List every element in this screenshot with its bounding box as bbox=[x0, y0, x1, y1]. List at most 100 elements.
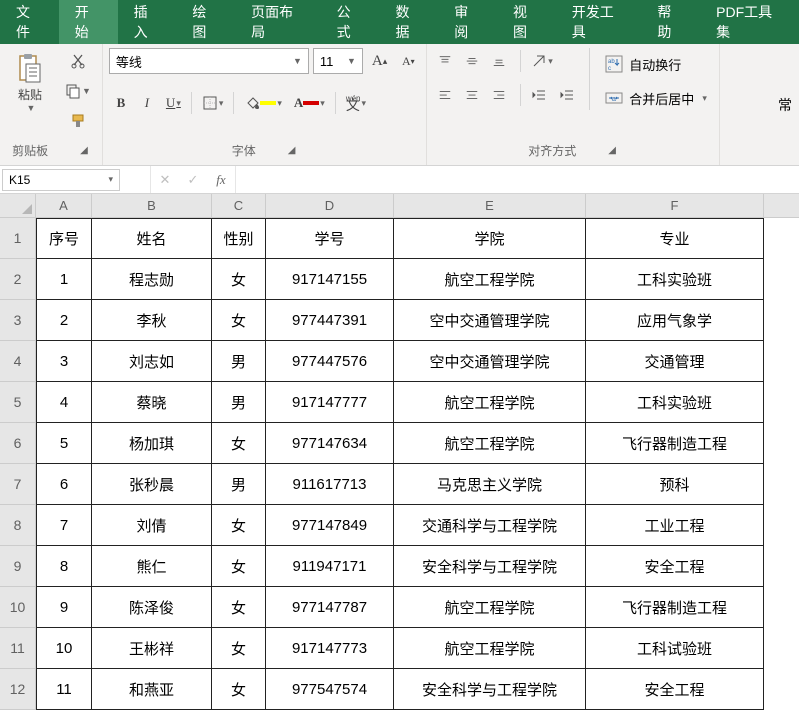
cell[interactable]: 预科 bbox=[586, 464, 764, 505]
ribbon-tab[interactable]: 开始 bbox=[59, 0, 118, 44]
orientation-button[interactable]: ▾ bbox=[526, 48, 558, 74]
cell[interactable]: 女 bbox=[212, 628, 266, 669]
cell[interactable]: 飞行器制造工程 bbox=[586, 587, 764, 628]
cell[interactable]: 安全工程 bbox=[586, 669, 764, 710]
formula-input[interactable] bbox=[236, 166, 799, 193]
cell[interactable]: 学院 bbox=[394, 218, 586, 259]
formula-enter-button[interactable]: ✓ bbox=[179, 166, 207, 193]
column-header[interactable]: E bbox=[394, 194, 586, 217]
cell[interactable]: 交通科学与工程学院 bbox=[394, 505, 586, 546]
cell[interactable]: 航空工程学院 bbox=[394, 382, 586, 423]
row-header[interactable]: 3 bbox=[0, 300, 36, 341]
cell[interactable]: 安全科学与工程学院 bbox=[394, 669, 586, 710]
cell[interactable]: 学号 bbox=[266, 218, 394, 259]
font-size-select[interactable]: 11▼ bbox=[313, 48, 363, 74]
row-header[interactable]: 5 bbox=[0, 382, 36, 423]
cell[interactable]: 女 bbox=[212, 546, 266, 587]
align-center-button[interactable] bbox=[460, 82, 484, 108]
cell[interactable]: 女 bbox=[212, 505, 266, 546]
cell[interactable]: 女 bbox=[212, 587, 266, 628]
ribbon-tab[interactable]: 帮助 bbox=[641, 0, 700, 44]
cell[interactable]: 5 bbox=[36, 423, 92, 464]
cell[interactable]: 刘倩 bbox=[92, 505, 212, 546]
cell[interactable]: 917147777 bbox=[266, 382, 394, 423]
cell[interactable]: 女 bbox=[212, 423, 266, 464]
column-header[interactable]: C bbox=[212, 194, 266, 217]
cell[interactable]: 7 bbox=[36, 505, 92, 546]
cell[interactable]: 杨加琪 bbox=[92, 423, 212, 464]
formula-cancel-button[interactable]: ✕ bbox=[151, 166, 179, 193]
cell[interactable]: 9 bbox=[36, 587, 92, 628]
ribbon-overflow-button[interactable]: 常 bbox=[771, 44, 799, 166]
column-header[interactable]: F bbox=[586, 194, 764, 217]
cell[interactable]: 3 bbox=[36, 341, 92, 382]
ribbon-tab[interactable]: 文件 bbox=[0, 0, 59, 44]
increase-font-button[interactable]: A▴ bbox=[367, 48, 392, 74]
merge-center-button[interactable]: a 合并后居中 ▾ bbox=[599, 82, 713, 114]
row-header[interactable]: 7 bbox=[0, 464, 36, 505]
cell[interactable]: 911617713 bbox=[266, 464, 394, 505]
row-header[interactable]: 6 bbox=[0, 423, 36, 464]
row-header[interactable]: 8 bbox=[0, 505, 36, 546]
cell[interactable]: 飞行器制造工程 bbox=[586, 423, 764, 464]
cell[interactable]: 4 bbox=[36, 382, 92, 423]
cell[interactable]: 航空工程学院 bbox=[394, 423, 586, 464]
cell[interactable]: 977447391 bbox=[266, 300, 394, 341]
cell[interactable]: 工科实验班 bbox=[586, 259, 764, 300]
cell[interactable]: 女 bbox=[212, 669, 266, 710]
cell[interactable]: 8 bbox=[36, 546, 92, 587]
fill-color-button[interactable]: ▾ bbox=[239, 90, 287, 116]
decrease-indent-button[interactable] bbox=[526, 82, 552, 108]
cell[interactable]: 工科试验班 bbox=[586, 628, 764, 669]
copy-button[interactable]: ▼ bbox=[60, 78, 96, 104]
paste-button[interactable]: 粘贴 ▼ bbox=[6, 48, 54, 117]
cell[interactable]: 男 bbox=[212, 341, 266, 382]
cell[interactable]: 977147634 bbox=[266, 423, 394, 464]
name-box[interactable]: K15▾ bbox=[2, 169, 120, 191]
cell[interactable]: 10 bbox=[36, 628, 92, 669]
cell[interactable]: 空中交通管理学院 bbox=[394, 341, 586, 382]
cell[interactable]: 航空工程学院 bbox=[394, 259, 586, 300]
column-header[interactable]: D bbox=[266, 194, 394, 217]
cell[interactable]: 6 bbox=[36, 464, 92, 505]
cell[interactable]: 安全科学与工程学院 bbox=[394, 546, 586, 587]
align-right-button[interactable] bbox=[487, 82, 511, 108]
ribbon-tab[interactable]: 审阅 bbox=[438, 0, 497, 44]
italic-button[interactable]: I bbox=[135, 90, 159, 116]
align-middle-button[interactable] bbox=[460, 48, 484, 74]
column-header[interactable]: B bbox=[92, 194, 212, 217]
cell[interactable]: 熊仁 bbox=[92, 546, 212, 587]
cell[interactable]: 姓名 bbox=[92, 218, 212, 259]
cell[interactable]: 11 bbox=[36, 669, 92, 710]
align-top-button[interactable] bbox=[433, 48, 457, 74]
cell[interactable]: 977547574 bbox=[266, 669, 394, 710]
ribbon-tab[interactable]: PDF工具集 bbox=[700, 0, 799, 44]
cell[interactable]: 女 bbox=[212, 300, 266, 341]
dialog-launcher-alignment[interactable]: ◢ bbox=[606, 143, 618, 158]
cell[interactable]: 马克思主义学院 bbox=[394, 464, 586, 505]
cell[interactable]: 张秒晨 bbox=[92, 464, 212, 505]
cut-button[interactable] bbox=[60, 48, 96, 74]
row-header[interactable]: 1 bbox=[0, 218, 36, 259]
font-color-button[interactable]: A▾ bbox=[289, 90, 330, 116]
cell[interactable]: 工业工程 bbox=[586, 505, 764, 546]
row-header[interactable]: 9 bbox=[0, 546, 36, 587]
cell[interactable]: 男 bbox=[212, 382, 266, 423]
cell[interactable]: 序号 bbox=[36, 218, 92, 259]
font-name-select[interactable]: 等线▼ bbox=[109, 48, 309, 74]
cell[interactable]: 1 bbox=[36, 259, 92, 300]
cell[interactable]: 刘志如 bbox=[92, 341, 212, 382]
cell[interactable]: 陈泽俊 bbox=[92, 587, 212, 628]
cell[interactable]: 男 bbox=[212, 464, 266, 505]
increase-indent-button[interactable] bbox=[554, 82, 580, 108]
cell[interactable]: 安全工程 bbox=[586, 546, 764, 587]
cell[interactable]: 交通管理 bbox=[586, 341, 764, 382]
decrease-font-button[interactable]: A▾ bbox=[396, 48, 420, 74]
row-header[interactable]: 11 bbox=[0, 628, 36, 669]
row-header[interactable]: 10 bbox=[0, 587, 36, 628]
select-all-corner[interactable] bbox=[0, 194, 36, 217]
ribbon-tab[interactable]: 绘图 bbox=[176, 0, 235, 44]
cell[interactable]: 917147155 bbox=[266, 259, 394, 300]
ribbon-tab[interactable]: 数据 bbox=[379, 0, 438, 44]
cell[interactable]: 977447576 bbox=[266, 341, 394, 382]
